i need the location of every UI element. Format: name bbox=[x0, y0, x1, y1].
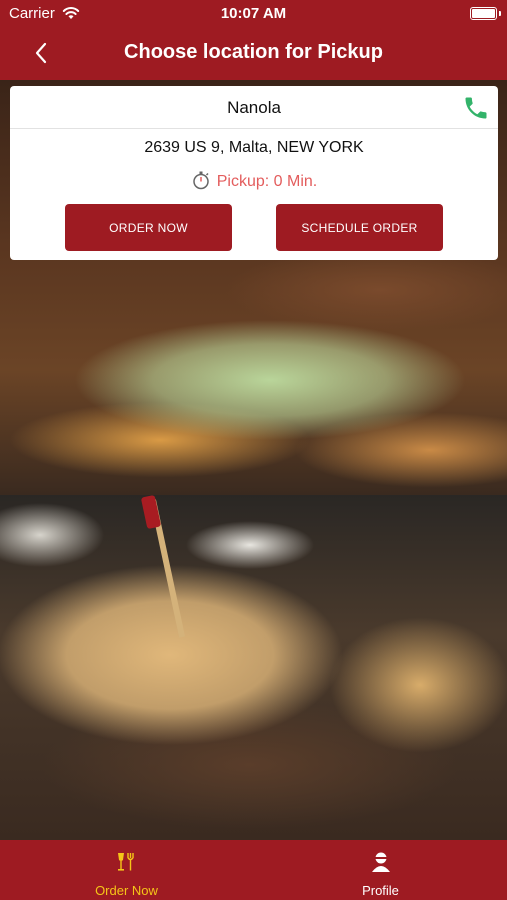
tab-bar: Order Now Profile bbox=[0, 840, 507, 900]
order-now-button[interactable]: ORDER NOW bbox=[65, 204, 232, 251]
status-time: 10:07 AM bbox=[220, 5, 287, 22]
sandwich-photo bbox=[0, 495, 507, 840]
schedule-order-button[interactable]: SCHEDULE ORDER bbox=[276, 204, 443, 251]
phone-icon bbox=[465, 97, 487, 119]
pickup-time-label: Pickup: 0 Min. bbox=[216, 173, 318, 190]
pickup-time: Pickup: 0 Min. bbox=[10, 170, 498, 195]
tab-order-now-label: Order Now bbox=[95, 883, 158, 898]
battery-icon bbox=[470, 7, 501, 20]
dining-icon bbox=[115, 850, 139, 874]
location-name: Nanola bbox=[227, 98, 281, 117]
app-header-area: Carrier 10:07 AM Choose location for Pic… bbox=[0, 0, 507, 80]
tab-profile[interactable]: Profile bbox=[254, 840, 507, 900]
status-bar: Carrier 10:07 AM bbox=[0, 0, 507, 28]
stopwatch-icon bbox=[191, 170, 211, 195]
location-address: 2639 US 9, Malta, NEW YORK bbox=[144, 139, 364, 156]
location-card: Nanola 2639 US 9, Malta, NEW YORK Pickup… bbox=[10, 86, 498, 260]
person-icon bbox=[369, 850, 393, 874]
card-divider bbox=[10, 128, 498, 129]
navigation-bar: Choose location for Pickup bbox=[0, 28, 507, 78]
call-button[interactable] bbox=[462, 94, 490, 122]
page-title: Choose location for Pickup bbox=[124, 41, 383, 63]
tab-order-now[interactable]: Order Now bbox=[0, 840, 253, 900]
tab-profile-label: Profile bbox=[362, 883, 399, 898]
